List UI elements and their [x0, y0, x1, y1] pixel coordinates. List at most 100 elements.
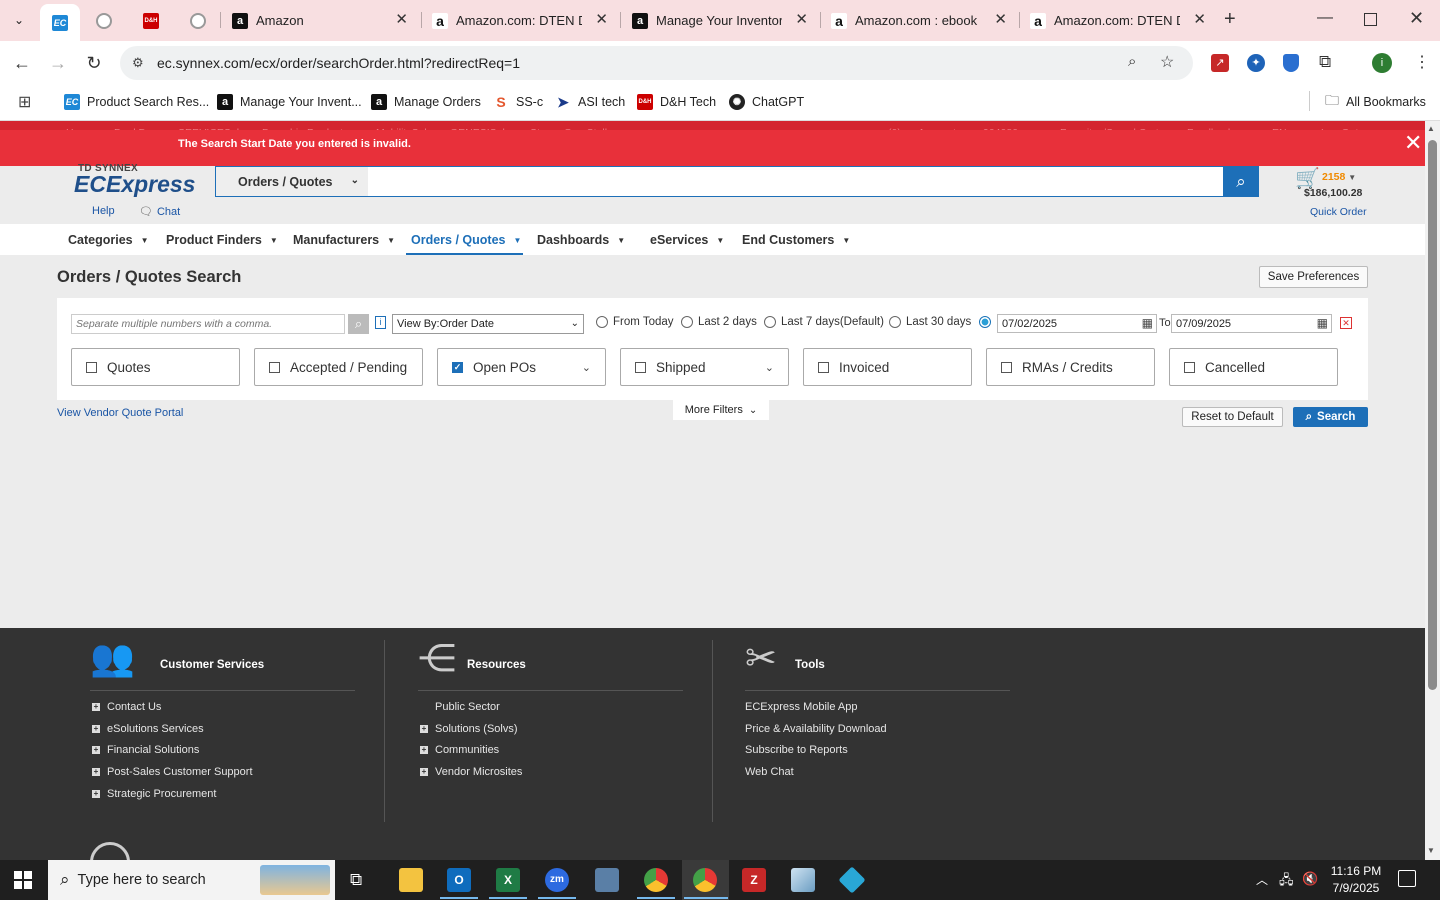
tab-search-button[interactable]: ⌄ — [8, 9, 30, 31]
windows-start-icon[interactable] — [14, 871, 32, 889]
menu-orders-quotes[interactable]: Orders / Quotes ▼ — [411, 233, 521, 247]
bookmark-ss-c[interactable]: S SS-c — [493, 92, 543, 112]
status-accepted-pending[interactable]: Accepted / Pending — [254, 348, 423, 386]
checkbox[interactable] — [1184, 361, 1195, 373]
tab-pinned-3[interactable]: D&H — [143, 6, 167, 35]
extension-icon[interactable]: ✦ — [1247, 54, 1265, 72]
radio-last-30-days[interactable]: Last 30 days — [889, 316, 971, 328]
date-from-input[interactable]: 07/02/2025 ▦ — [997, 314, 1157, 333]
menu-dashboards[interactable]: Dashboards ▼ — [537, 233, 625, 247]
calendar-icon[interactable]: ▦ — [1317, 316, 1328, 330]
all-bookmarks[interactable]: 🗀 All Bookmarks — [1325, 92, 1426, 112]
radio-custom-range[interactable] — [979, 316, 996, 328]
checkbox[interactable] — [1001, 361, 1012, 373]
checkbox-checked[interactable]: ✓ — [452, 361, 463, 373]
close-tab-icon[interactable]: ✕ — [595, 10, 608, 28]
tab-pinned-2[interactable] — [96, 6, 120, 35]
bookmark-manage-inventory[interactable]: a Manage Your Invent... — [217, 92, 362, 112]
tab-pinned-4[interactable] — [190, 6, 214, 35]
calendar-icon[interactable]: ▦ — [1142, 316, 1153, 330]
shield-extension-icon[interactable] — [1283, 54, 1299, 72]
reset-to-default-button[interactable]: Reset to Default — [1182, 407, 1283, 427]
status-shipped[interactable]: Shipped ⌄ — [620, 348, 789, 386]
tab-ecexpress[interactable]: EC — [40, 4, 80, 41]
browser-menu-icon[interactable]: ⋮ — [1414, 52, 1430, 72]
tab-amazon[interactable]: a Amazon ✕ — [232, 6, 418, 35]
menu-categories[interactable]: Categories ▼ — [68, 233, 149, 247]
view-by-select[interactable]: View By:Order Date ⌄ — [392, 314, 584, 334]
close-error-icon[interactable]: ✕ — [1404, 132, 1422, 154]
menu-eservices[interactable]: eServices ▼ — [650, 233, 724, 247]
checkbox[interactable] — [86, 361, 97, 373]
task-view-icon[interactable]: ⧉ — [350, 870, 362, 890]
reload-icon[interactable]: ↻ — [82, 51, 106, 75]
logo[interactable]: ECExpress — [74, 171, 195, 198]
site-search-input[interactable] — [368, 167, 1223, 196]
forward-icon[interactable]: → — [46, 51, 70, 75]
back-icon[interactable]: ← — [10, 51, 34, 75]
chevron-down-icon[interactable]: ⌄ — [582, 361, 591, 374]
bookmark-asi-tech[interactable]: ➤ ASI tech — [555, 92, 625, 112]
quick-order-link[interactable]: Quick Order — [1310, 206, 1367, 218]
close-tab-icon[interactable]: ✕ — [395, 10, 408, 28]
status-quotes[interactable]: Quotes — [71, 348, 240, 386]
scroll-down-icon[interactable]: ▼ — [1427, 846, 1435, 855]
cart-count[interactable]: 2158 ▼ — [1322, 171, 1356, 183]
site-info-icon[interactable]: ⚙ — [132, 55, 144, 71]
app-icon[interactable] — [791, 868, 815, 892]
clock-date[interactable]: 7/9/2025 — [1330, 881, 1382, 895]
filezilla-icon[interactable]: Z — [742, 868, 766, 892]
tab-amazon-dten-2[interactable]: a Amazon.com: DTEN D7 ✕ — [1030, 6, 1216, 35]
checkbox[interactable] — [635, 361, 646, 373]
checkbox[interactable] — [818, 361, 829, 373]
extensions-puzzle-icon[interactable]: ⧉ — [1319, 52, 1331, 72]
zoom-app-icon[interactable]: zm — [545, 868, 569, 892]
footer-link[interactable]: + Financial Solutions — [92, 744, 199, 756]
address-bar[interactable]: ⚙ ec.synnex.com/ecx/order/searchOrder.ht… — [120, 46, 1193, 80]
status-rmas-credits[interactable]: RMAs / Credits — [986, 348, 1155, 386]
footer-link[interactable]: + Strategic Procurement — [92, 788, 216, 800]
search-scope-select[interactable]: Orders / Quotes ⌄ — [216, 167, 368, 196]
footer-link[interactable]: Web Chat — [745, 766, 794, 778]
order-numbers-input[interactable] — [71, 314, 345, 334]
footer-link[interactable]: + Post-Sales Customer Support — [92, 766, 253, 778]
radio-last-2-days[interactable]: Last 2 days — [681, 316, 757, 328]
footer-link[interactable]: + Vendor Microsites — [420, 766, 522, 778]
footer-link[interactable]: + eSolutions Services — [92, 723, 204, 735]
checkbox[interactable] — [269, 361, 280, 373]
numbers-search-button[interactable]: ⌕ — [348, 314, 369, 334]
radio-last-7-days[interactable]: Last 7 days(Default) — [764, 316, 884, 328]
date-to-input[interactable]: 07/09/2025 ▦ — [1171, 314, 1332, 333]
footer-link[interactable]: Public Sector — [435, 701, 500, 713]
clock-time[interactable]: 11:16 PM — [1330, 864, 1382, 878]
status-cancelled[interactable]: Cancelled — [1169, 348, 1338, 386]
radio-from-today[interactable]: From Today — [596, 316, 674, 328]
chrome-active-icon[interactable] — [693, 868, 717, 892]
bookmark-chatgpt[interactable]: ✺ ChatGPT — [729, 92, 804, 112]
status-invoiced[interactable]: Invoiced — [803, 348, 972, 386]
footer-link[interactable]: + Communities — [420, 744, 499, 756]
acrobat-extension-icon[interactable]: ↗ — [1211, 54, 1229, 72]
vendor-quote-portal-link[interactable]: View Vendor Quote Portal — [57, 407, 183, 419]
footer-link[interactable]: Price & Availability Download — [745, 723, 887, 735]
excel-icon[interactable]: X — [496, 868, 520, 892]
info-icon[interactable]: i — [375, 316, 386, 329]
save-preferences-button[interactable]: Save Preferences — [1259, 266, 1368, 288]
chevron-down-icon[interactable]: ⌄ — [765, 361, 774, 374]
restore-icon[interactable] — [1364, 13, 1377, 26]
footer-link[interactable]: + Contact Us — [92, 701, 161, 713]
close-tab-icon[interactable]: ✕ — [795, 10, 808, 28]
bookmark-dh-tech[interactable]: D&H D&H Tech — [637, 92, 716, 112]
zoom-icon[interactable]: ⌕ — [1128, 53, 1136, 70]
volume-muted-icon[interactable]: 🔇 — [1302, 871, 1318, 887]
footer-link[interactable]: + Solutions (Solvs) — [420, 723, 518, 735]
footer-link[interactable]: ECExpress Mobile App — [745, 701, 858, 713]
calculator-icon[interactable] — [595, 868, 619, 892]
scroll-up-icon[interactable]: ▲ — [1427, 124, 1435, 133]
close-tab-icon[interactable]: ✕ — [1193, 10, 1206, 28]
outlook-icon[interactable]: O — [447, 868, 471, 892]
close-window-icon[interactable]: ✕ — [1409, 8, 1424, 29]
chrome-icon[interactable] — [644, 868, 668, 892]
search-orders-button[interactable]: ⌕ Search — [1293, 407, 1368, 427]
notifications-icon[interactable] — [1398, 870, 1416, 887]
